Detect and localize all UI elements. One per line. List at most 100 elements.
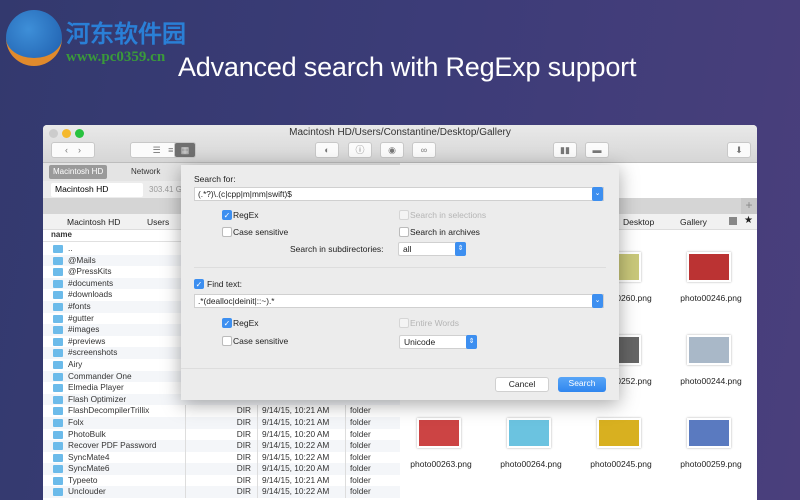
terminal-icon[interactable]: ▬ bbox=[585, 142, 609, 158]
quick-look-eye-icon[interactable]: ◉ bbox=[380, 142, 404, 158]
binoculars-search-icon[interactable]: ∞ bbox=[412, 142, 436, 158]
tab-macintosh-hd[interactable]: Macintosh HD bbox=[49, 165, 108, 179]
back-forward-buttons[interactable]: ‹ › bbox=[51, 142, 95, 158]
headline: Advanced search with RegExp support bbox=[178, 52, 637, 82]
breadcrumb-item[interactable]: Users bbox=[147, 217, 169, 227]
entire-words-checkbox[interactable] bbox=[399, 318, 409, 328]
file-size: DIR bbox=[185, 405, 255, 417]
file-date: 9/14/15, 10:21 AM bbox=[257, 416, 345, 429]
file-name: Folx bbox=[68, 416, 84, 427]
window-title: Macintosh HD/Users/Constantine/Desktop/G… bbox=[289, 127, 511, 138]
photo-thumbnail[interactable] bbox=[687, 418, 731, 448]
panels-icon[interactable]: ▮▮ bbox=[553, 142, 577, 158]
encoding-value: Unicode bbox=[404, 337, 436, 347]
add-tab-button[interactable]: + bbox=[741, 198, 757, 214]
breadcrumb-item[interactable]: Gallery bbox=[680, 217, 707, 227]
case-sensitive-text-checkbox[interactable] bbox=[222, 336, 232, 346]
photo-filename[interactable]: photo00264.png bbox=[486, 459, 576, 469]
folder-icon bbox=[53, 314, 63, 323]
file-date: 9/14/15, 10:22 AM bbox=[257, 451, 345, 464]
file-name: Typeeto bbox=[68, 474, 98, 485]
find-text-checkbox[interactable]: ✓ bbox=[194, 279, 204, 289]
folder-icon bbox=[53, 430, 63, 439]
file-row[interactable]: SyncMate4 DIR 9/14/15, 10:22 AM folder bbox=[43, 451, 400, 464]
file-name: #previews bbox=[68, 335, 106, 346]
file-row[interactable]: Typeeto DIR 9/14/15, 10:21 AM folder bbox=[43, 474, 400, 487]
file-kind: folder bbox=[345, 416, 400, 429]
folder-icon bbox=[53, 245, 63, 253]
file-row[interactable]: SyncMate6 DIR 9/14/15, 10:20 AM folder bbox=[43, 463, 400, 475]
file-name: #gutter bbox=[68, 312, 94, 323]
info-icon[interactable]: ⓘ bbox=[348, 142, 372, 158]
search-button[interactable]: Search bbox=[558, 377, 606, 392]
download-icon[interactable]: ⬇ bbox=[727, 142, 751, 158]
search-in-selections-checkbox[interactable] bbox=[399, 210, 409, 220]
file-row[interactable]: Recover PDF Password DIR 9/14/15, 10:22 AM… bbox=[43, 440, 400, 452]
file-kind: folder bbox=[345, 428, 400, 441]
photo-filename[interactable]: photo00246.png bbox=[666, 293, 756, 303]
drive-free-space: 303.41 G bbox=[149, 185, 182, 194]
file-date: 9/14/15, 10:20 AM bbox=[257, 428, 345, 441]
divider bbox=[181, 368, 619, 369]
stepper-icon: ⇕ bbox=[466, 335, 477, 349]
file-name: #documents bbox=[68, 277, 114, 288]
column-name-label: name bbox=[51, 230, 72, 239]
search-in-selections-label: Search in selections bbox=[410, 210, 487, 220]
file-name: Commander One bbox=[68, 370, 132, 381]
file-date: 9/14/15, 10:22 AM bbox=[257, 440, 345, 452]
cancel-button[interactable]: Cancel bbox=[495, 377, 549, 392]
encoding-select[interactable]: Unicode ⇕ bbox=[399, 335, 477, 349]
watermark-url: www.pc0359.cn bbox=[66, 49, 166, 65]
photo-filename[interactable]: photo00244.png bbox=[666, 376, 756, 386]
history-dropdown-icon[interactable]: ⌄ bbox=[592, 294, 603, 308]
folder-icon bbox=[53, 476, 63, 485]
folder-icon bbox=[53, 384, 63, 393]
watermark-text: 河东软件园 bbox=[66, 19, 186, 48]
drive-select[interactable]: Macintosh HD bbox=[51, 183, 143, 197]
find-text-value: .*(dealloc|deinit|::~).* bbox=[198, 296, 275, 306]
file-row[interactable]: Unclouder DIR 9/14/15, 10:22 AM folder bbox=[43, 486, 400, 499]
title-bar: Macintosh HD/Users/Constantine/Desktop/G… bbox=[43, 125, 757, 163]
regex-text-checkbox[interactable]: ✓ bbox=[222, 318, 232, 328]
file-row[interactable]: FlashDecompilerTrillix DIR 9/14/15, 10:21 … bbox=[43, 405, 400, 417]
advanced-search-dialog: Search for: (.*?)\.(c|cpp|m|mm|swift)$ ⌄ … bbox=[181, 165, 619, 400]
search-in-archives-label: Search in archives bbox=[410, 227, 480, 237]
tab-network[interactable]: Network bbox=[127, 165, 164, 179]
file-kind: folder bbox=[345, 463, 400, 475]
file-size: DIR bbox=[185, 486, 255, 499]
photo-filename[interactable]: photo00259.png bbox=[666, 459, 756, 469]
history-dropdown-icon[interactable]: ⌄ bbox=[592, 187, 603, 201]
file-name: SyncMate6 bbox=[68, 463, 110, 474]
breadcrumb-item[interactable]: Macintosh HD bbox=[67, 217, 120, 227]
search-in-archives-checkbox[interactable] bbox=[399, 227, 409, 237]
file-name: #downloads bbox=[68, 289, 113, 300]
file-row[interactable]: Folx DIR 9/14/15, 10:21 AM folder bbox=[43, 416, 400, 429]
photo-filename[interactable]: photo00245.png bbox=[576, 459, 666, 469]
photo-thumbnail[interactable] bbox=[687, 335, 731, 365]
star-icon[interactable]: ★ bbox=[744, 215, 753, 226]
photo-thumbnail[interactable] bbox=[597, 418, 641, 448]
case-sensitive-checkbox[interactable] bbox=[222, 227, 232, 237]
photo-thumbnail[interactable] bbox=[507, 418, 551, 448]
file-row[interactable]: PhotoBulk DIR 9/14/15, 10:20 AM folder bbox=[43, 428, 400, 441]
photo-thumbnail[interactable] bbox=[687, 252, 731, 282]
grid-view-button[interactable]: ▦ bbox=[174, 142, 196, 158]
subdirectories-select[interactable]: all ⇕ bbox=[398, 242, 466, 256]
folder-icon bbox=[53, 418, 63, 427]
file-name: Airy bbox=[68, 358, 83, 369]
file-date: 9/14/15, 10:20 AM bbox=[257, 463, 345, 475]
find-text-input[interactable]: .*(dealloc|deinit|::~).* ⌄ bbox=[194, 294, 604, 308]
search-for-input[interactable]: (.*?)\.(c|cpp|m|mm|swift)$ ⌄ bbox=[194, 187, 604, 201]
square-icon[interactable] bbox=[729, 217, 737, 225]
regex-checkbox[interactable]: ✓ bbox=[222, 210, 232, 220]
toggle-hidden-icon[interactable]: ◐ bbox=[315, 142, 339, 158]
file-size: DIR bbox=[185, 440, 255, 452]
folder-icon bbox=[53, 302, 63, 311]
photo-filename[interactable]: photo00263.png bbox=[396, 459, 486, 469]
folder-icon bbox=[53, 372, 63, 381]
photo-thumbnail[interactable] bbox=[417, 418, 461, 448]
folder-icon bbox=[53, 326, 63, 335]
file-name: Unclouder bbox=[68, 486, 106, 497]
breadcrumb-item[interactable]: Desktop bbox=[623, 217, 654, 227]
find-text-label: Find text: bbox=[207, 279, 242, 289]
